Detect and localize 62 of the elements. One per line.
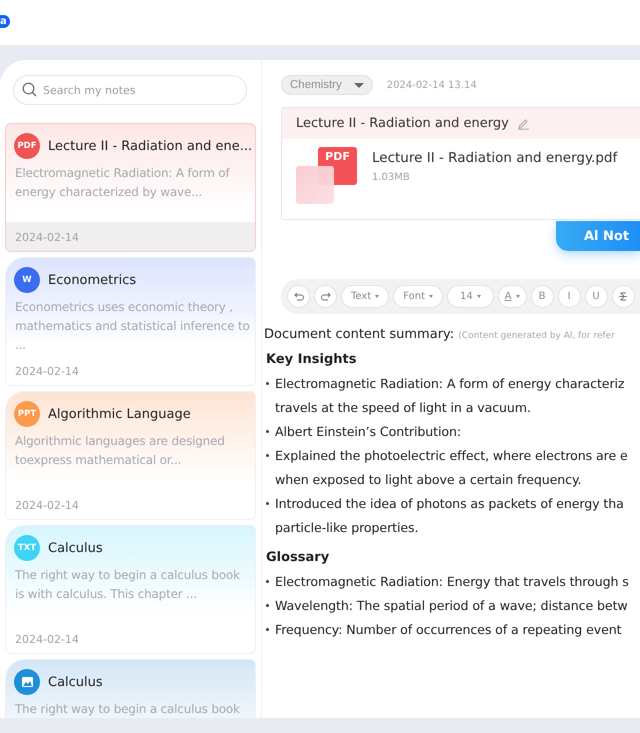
redo-button[interactable] [314,285,337,308]
format-button[interactable]: B [530,285,554,308]
note-title: Calculus [48,674,103,690]
note-title: Lecture II - Radiation and energy [296,116,509,131]
bullet-text: Electromagnetic Radiation: Energy that travels through s [275,573,629,591]
note-card[interactable]: PPT Algorithmic Language Algorithmic languages are designed toexpress mathematical or... 2024-02-14 [5,391,256,520]
text-color-button[interactable]: A [498,285,527,308]
dropdown-button[interactable]: 14 [447,285,494,308]
summary-heading: Document content summary: (Content generated by Al, for refer [264,327,616,342]
note-card[interactable]: Calculus The right way to begin a calculus book [5,659,256,718]
note-preview: The right way to begin a calculus book [14,701,241,718]
dropdown-button[interactable]: Text [341,285,390,308]
strikethrough-icon [618,291,628,302]
note-card[interactable]: W Econometrics Econometrics uses economic theory , mathematics and statistical inference to ... 2024-02-14 [5,257,256,386]
note-preview: Electromagnetic Radiation: A form of energy characterized by wave... [14,165,231,201]
format-button[interactable]: I [558,285,581,308]
section-heading: Glossary [266,550,330,565]
note-date: 2024-02-14 [14,499,80,514]
file-size: 1.03MB [372,172,411,183]
bullet-dot [266,628,269,631]
file-type-icon: PDF [14,133,40,159]
search-field[interactable]: Search my notes [13,75,247,105]
note-preview: The right way to begin a calculus book is with calculus. This chapter ... [14,567,241,603]
bullet-dot [266,502,269,505]
bullet-dot [266,430,269,433]
dropdown-button[interactable]: Font [393,285,444,308]
ai-note-button[interactable]: Al Not [556,221,640,251]
app-badge: a [0,14,10,28]
undo-icon [294,292,304,301]
strikethrough-button[interactable] [612,285,635,308]
note-date: 2024-02-14 [14,365,80,380]
format-button[interactable]: U [584,285,608,308]
note-preview: Algorithmic languages are designed toexpress mathematical or... [14,433,226,469]
note-title: Lecture II - Radiation and ene... [48,138,252,154]
note-card[interactable]: PDF Lecture II - Radiation and ene... Electromagnetic Radiation: A form of energy characterized by wave... 2024-02-14 [5,123,256,252]
note-date: 2024-02-14 [14,633,80,648]
file-type-icon: PPT [14,401,40,427]
bullet-text: Wavelength: The spatial period of a wave; distance betw [275,597,628,615]
bullet-text: Albert Einstein’s Contribution: [275,423,462,441]
file-name: Lecture II - Radiation and energy.pdf [372,150,618,166]
search-icon [22,82,37,97]
note-title: Econometrics [48,272,136,288]
bullet-text: Electromagnetic Radiation: A form of energy characteriz travels at the speed of light in a vacuum. [275,375,624,417]
file-type-icon: TXT [14,535,40,561]
category-dropdown[interactable]: Chemistry [281,75,373,95]
bullet-text: Frequency: Number of occurrences of a repeating event [275,621,622,639]
undo-button[interactable] [287,285,310,308]
bullet-dot [266,580,269,583]
file-type-icon: W [14,267,40,293]
bullet-dot [266,604,269,607]
note-card[interactable]: TXT Calculus The right way to begin a calculus book is with calculus. This chapter ... 2024-02-14 [5,525,256,654]
section-heading: Key Insights [266,352,358,367]
bullet-text: Explained the photoelectric effect, where electrons are e when exposed to light above a certain frequency. [275,447,628,489]
note-title: Calculus [48,540,103,556]
note-preview: Econometrics uses economic theory , mathematics and statistical inference to ... [14,299,251,354]
note-timestamp: 2024-02-14 13.14 [386,80,477,90]
bullet-dot [266,382,269,385]
bullet-dot [266,454,269,457]
bullet-text: Introduced the idea of photons as packets of energy tha particle-like properties. [275,495,624,537]
note-title: Algorithmic Language [48,406,191,422]
note-date: 2024-02-14 [6,222,255,251]
redo-icon [320,292,330,301]
